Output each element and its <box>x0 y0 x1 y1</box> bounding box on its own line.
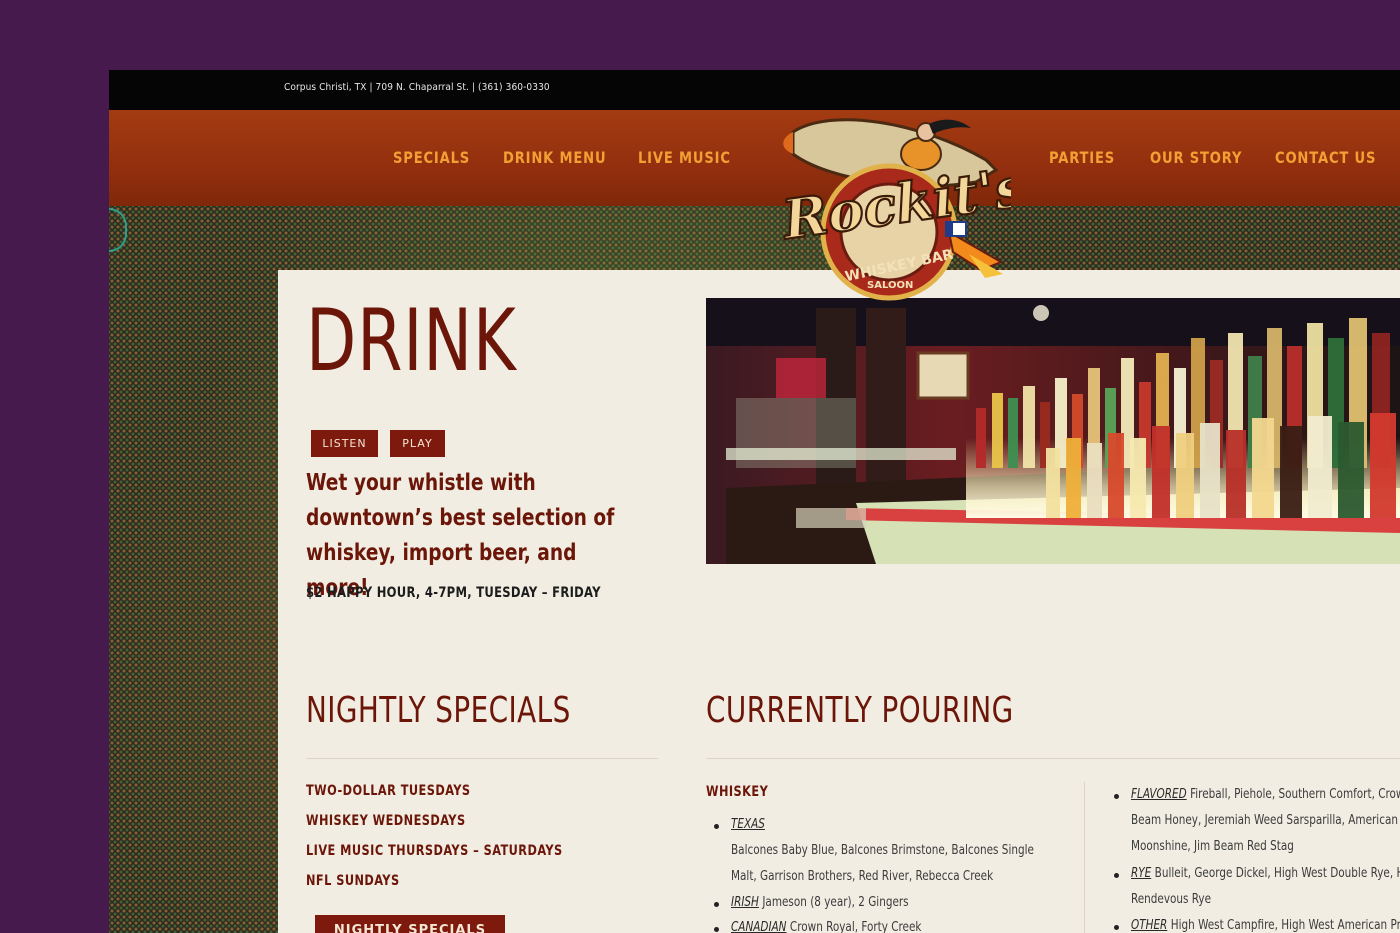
bullet <box>714 824 719 829</box>
canadian-text: Crown Royal, Forty Creek <box>789 919 922 933</box>
special-item[interactable]: LIVE MUSIC THURSDAYS – SATURDAYS <box>306 843 563 859</box>
bar-photo <box>706 298 1400 564</box>
website-frame: Corpus Christi, TX | 709 N. Chaparral St… <box>109 70 1400 933</box>
nav-specials[interactable]: SPECIALS <box>393 148 470 167</box>
special-item[interactable]: TWO-DOLLAR TUESDAYS <box>306 783 471 799</box>
nightly-specials-button[interactable]: NIGHTLY SPECIALS <box>315 915 505 933</box>
main-nav: SPECIALS DRINK MENU LIVE MUSIC PARTIES O… <box>109 110 1400 206</box>
rye-line-1: Bulleit, George Dickel, High West Double… <box>1154 865 1400 881</box>
flavored-label[interactable]: FLAVORED <box>1131 786 1187 802</box>
rocket-logo-icon: Rockit's WHISKEY BAR SALOON <box>776 118 1030 301</box>
bullet <box>1114 925 1119 930</box>
flavored-line-2: Beam Honey, Jeremiah Weed Sarsparilla, A… <box>1131 812 1400 828</box>
bullet <box>714 902 719 907</box>
currently-pouring-heading: CURRENTLY POURING <box>706 690 1014 731</box>
rockits-logo[interactable]: Rockit's WHISKEY BAR SALOON <box>771 112 1030 302</box>
bar-shelves-image <box>706 298 1400 564</box>
texas-line-2: Malt, Garrison Brothers, Red River, Rebe… <box>731 868 994 884</box>
irish-label[interactable]: IRISH <box>731 894 759 910</box>
bullet <box>1114 873 1119 878</box>
texas-label[interactable]: TEXAS <box>731 816 765 832</box>
texas-line-1: Balcones Baby Blue, Balcones Brimstone, … <box>731 842 1034 858</box>
texas-list: TEXAS Balcones Baby Blue, Balcones Brims… <box>731 811 1058 889</box>
page-title: DRINK <box>306 291 517 391</box>
bullet <box>1114 794 1119 799</box>
nav-live-music[interactable]: LIVE MUSIC <box>638 148 731 167</box>
whiskey-category: WHISKEY <box>706 784 769 800</box>
other-line-1: High West Campfire, High West American P… <box>1170 917 1400 933</box>
nav-our-story[interactable]: OUR STORY <box>1150 148 1242 167</box>
flavored-line-1: Fireball, Piehole, Southern Comfort, Cro… <box>1190 786 1400 802</box>
listen-button[interactable]: LISTEN <box>311 430 378 457</box>
happy-hour-text: $2 HAPPY HOUR, 4-7PM, TUESDAY – FRIDAY <box>306 585 601 601</box>
other-list: OTHER High West Campfire, High West Ameri… <box>1131 912 1400 933</box>
nav-drink-menu[interactable]: DRINK MENU <box>503 148 606 167</box>
column-divider <box>1084 782 1085 933</box>
flavored-list: FLAVORED Fireball, Piehole, Southern Comf… <box>1131 781 1400 859</box>
special-item[interactable]: NFL SUNDAYS <box>306 873 400 889</box>
rye-line-2: Rendevous Rye <box>1131 891 1212 907</box>
specials-divider <box>306 758 658 759</box>
address-phone: Corpus Christi, TX | 709 N. Chaparral St… <box>284 82 550 93</box>
nav-contact-us[interactable]: CONTACT US <box>1275 148 1376 167</box>
irish-list: IRISH Jameson (8 year), 2 Gingers <box>731 889 1058 915</box>
nightly-specials-heading: NIGHTLY SPECIALS <box>306 690 571 731</box>
rye-label[interactable]: RYE <box>1131 865 1151 881</box>
flavored-line-3: Moonshine, Jim Beam Red Stag <box>1131 838 1294 854</box>
rye-list: RYE Bulleit, George Dickel, High West Dou… <box>1131 860 1400 912</box>
top-info-bar: Corpus Christi, TX | 709 N. Chaparral St… <box>109 70 1400 110</box>
logo-sub: SALOON <box>867 280 913 291</box>
canadian-label[interactable]: CANADIAN <box>731 919 786 933</box>
main-content-panel: DRINK LISTEN PLAY Wet your whistle with … <box>278 270 1400 933</box>
nav-parties[interactable]: PARTIES <box>1049 148 1115 167</box>
play-button[interactable]: PLAY <box>390 430 445 457</box>
bullet <box>714 927 719 932</box>
other-label[interactable]: OTHER <box>1131 917 1167 933</box>
pouring-divider <box>706 758 1400 759</box>
irish-text: Jameson (8 year), 2 Gingers <box>762 894 909 910</box>
canadian-list: CANADIAN Crown Royal, Forty Creek <box>731 914 1058 933</box>
special-item[interactable]: WHISKEY WEDNESDAYS <box>306 813 466 829</box>
